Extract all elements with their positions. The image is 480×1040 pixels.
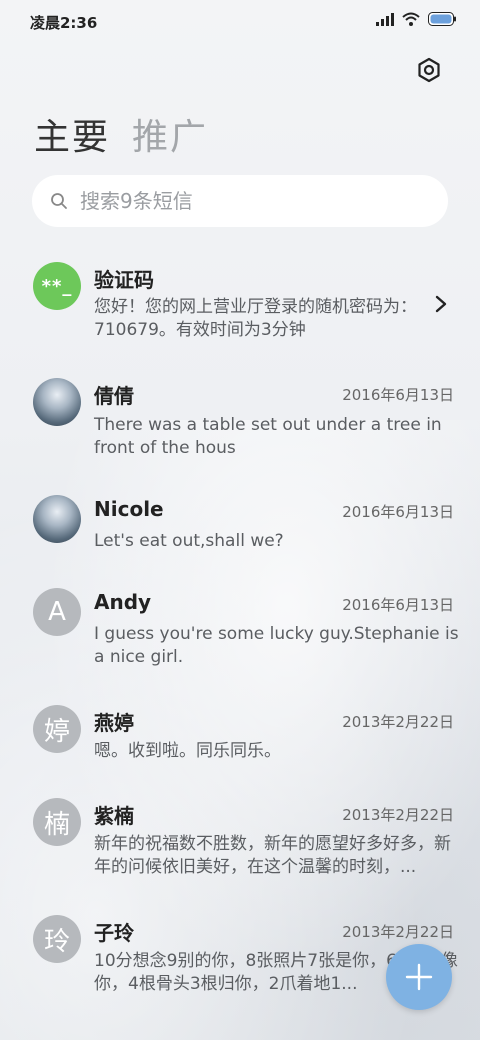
avatar: A (33, 588, 81, 636)
contact-name: 验证码 (94, 268, 154, 292)
plus-icon (405, 963, 433, 991)
message-date: 2016年6月13日 (342, 596, 454, 614)
message-date: 2013年2月22日 (342, 923, 454, 941)
new-message-button[interactable] (386, 944, 452, 1010)
message-preview: 您好！您的网上营业厅登录的随机密码为：710679。有效时间为3分钟 (94, 297, 417, 340)
avatar: 婷 (33, 705, 81, 753)
message-preview: 嗯。收到啦。同乐同乐。 (94, 741, 281, 761)
message-item[interactable]: 楠 紫楠 2013年2月22日 新年的祝福数不胜数，新年的愿望好多好多，新年的问… (0, 784, 480, 901)
status-bar: 凌晨2:36 (0, 0, 480, 42)
message-date: 2013年2月22日 (342, 806, 454, 824)
avatar: 楠 (33, 798, 81, 846)
message-preview: 新年的祝福数不胜数，新年的愿望好多好多，新年的问候依旧美好，在这个温馨的时刻，.… (94, 834, 451, 877)
search-icon (51, 193, 67, 209)
message-item[interactable]: 倩倩 2016年6月13日 There was a table set out … (0, 364, 480, 481)
message-item[interactable]: 婷 燕婷 2013年2月22日 嗯。收到啦。同乐同乐。 (0, 691, 480, 784)
status-time: 凌晨2:36 (30, 14, 98, 32)
signal-icon (376, 13, 394, 26)
search-input[interactable] (78, 188, 422, 214)
avatar: **_ (33, 262, 81, 310)
message-preview: Let's eat out,shall we? (94, 531, 284, 551)
wifi-icon (402, 12, 420, 26)
contact-name: Nicole (94, 497, 164, 521)
message-preview: I guess you're some lucky guy.Stephanie … (94, 624, 459, 667)
search-bar[interactable] (32, 175, 448, 227)
contact-name: 紫楠 (94, 804, 134, 828)
tab-bar: 主要 推广 (34, 108, 208, 160)
message-date: 2016年6月13日 (342, 503, 454, 521)
contact-name: 倩倩 (94, 384, 134, 408)
avatar-photo (33, 378, 81, 426)
message-item[interactable]: A Andy 2016年6月13日 I guess you're some lu… (0, 574, 480, 691)
contact-name: Andy (94, 590, 152, 614)
settings-icon (418, 57, 440, 83)
avatar: 玲 (33, 915, 81, 963)
chevron-right-icon[interactable] (434, 294, 448, 314)
message-item[interactable]: **_ 验证码 您好！您的网上营业厅登录的随机密码为：710679。有效时间为3… (0, 248, 480, 364)
message-item[interactable]: Nicole 2016年6月13日 Let's eat out,shall we… (0, 481, 480, 574)
message-date: 2016年6月13日 (342, 386, 454, 404)
message-preview: There was a table set out under a tree i… (94, 415, 442, 458)
message-list: **_ 验证码 您好！您的网上营业厅登录的随机密码为：710679。有效时间为3… (0, 248, 480, 1001)
tab-promotions[interactable]: 推广 (132, 108, 208, 160)
avatar-photo (33, 495, 81, 543)
battery-icon (428, 12, 456, 26)
settings-button[interactable] (414, 55, 444, 85)
message-date: 2013年2月22日 (342, 713, 454, 731)
tab-primary[interactable]: 主要 (34, 108, 110, 160)
contact-name: 燕婷 (94, 711, 134, 735)
contact-name: 子玲 (94, 921, 134, 945)
